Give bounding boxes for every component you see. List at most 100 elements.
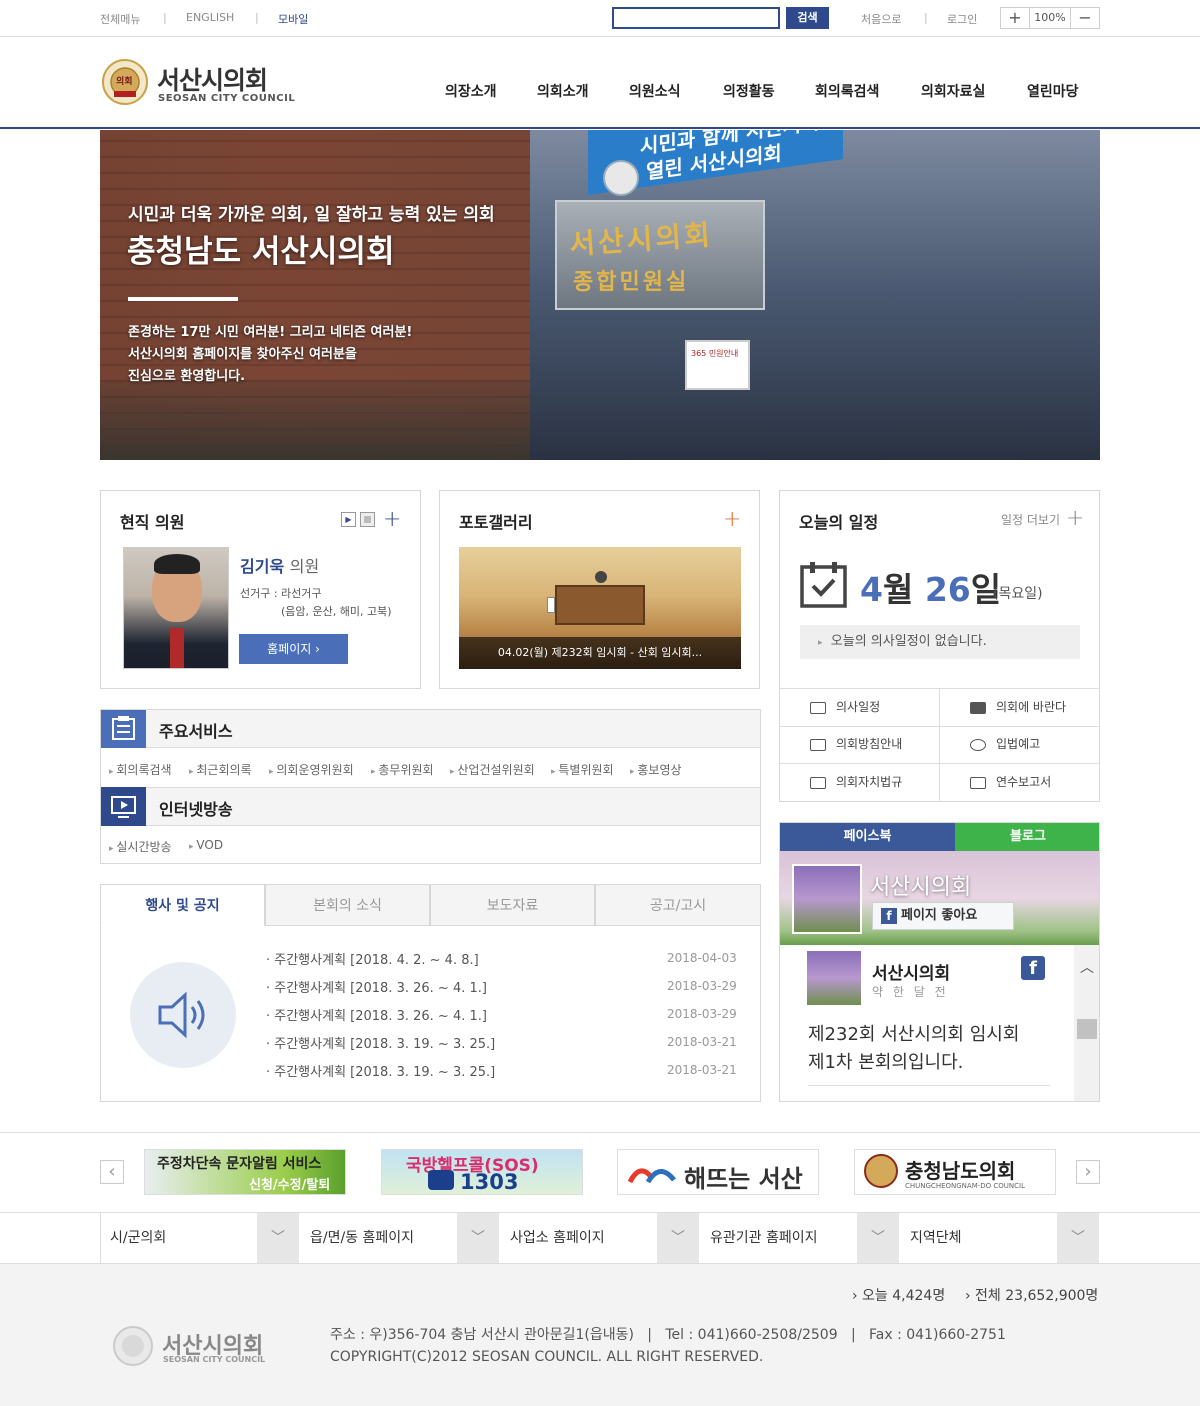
- hero-welcome: 존경하는 17만 시민 여러분! 그리고 네티즌 여러분! 서산시의회 홈페이지…: [128, 322, 412, 388]
- notice-date: 2018-03-29: [667, 979, 737, 993]
- door-sign-image: 365 민원안내: [685, 340, 750, 390]
- facebook-page-name[interactable]: 서산시의회: [870, 869, 971, 901]
- schedule-day: 26: [924, 570, 971, 609]
- broadcast-vod[interactable]: VOD: [189, 838, 223, 852]
- facebook-logo-icon[interactable]: f: [1021, 956, 1045, 980]
- members-title: 현직 의원: [120, 513, 185, 532]
- quick-suggestion[interactable]: 의회에 바란다: [970, 689, 1130, 726]
- banner-haetteuneun-seosan[interactable]: 해뜨는 서산: [617, 1149, 819, 1195]
- play-icon[interactable]: ▶: [341, 512, 356, 527]
- tab-blog[interactable]: 블로그: [955, 823, 1099, 851]
- nav-activities[interactable]: 의정활동: [723, 81, 775, 101]
- facebook-like-button[interactable]: f 페이지 좋아요: [872, 902, 1014, 930]
- quick-legislation[interactable]: 입법예고: [970, 726, 1130, 763]
- notice-date: 2018-03-21: [667, 1035, 737, 1049]
- scrollbar-thumb[interactable]: [1077, 1019, 1097, 1039]
- nav-archive[interactable]: 의회자료실: [921, 81, 985, 101]
- service-special-committee[interactable]: 특별위원회: [551, 761, 613, 778]
- chevron-down-icon[interactable]: ﹀: [457, 1213, 499, 1263]
- chevron-down-icon[interactable]: ﹀: [857, 1213, 899, 1263]
- broadcast-live[interactable]: 실시간방송: [109, 838, 171, 855]
- service-general-committee[interactable]: 총무위원회: [371, 761, 433, 778]
- chevron-down-icon[interactable]: ﹀: [1057, 1213, 1099, 1263]
- quick-training-report[interactable]: 연수보고서: [970, 764, 1130, 801]
- banner-chungnam-council[interactable]: 충청남도의회 CHUNGCHEONGNAM-DO COUNCIL: [854, 1149, 1056, 1195]
- zoom-out-button[interactable]: −: [1070, 7, 1100, 29]
- members-more-icon[interactable]: +: [383, 509, 401, 531]
- post-time: 약 한 달 전: [872, 985, 949, 999]
- banner-next-button[interactable]: ›: [1076, 1160, 1100, 1184]
- nav-minutes-search[interactable]: 회의록검색: [815, 81, 879, 101]
- english-link[interactable]: ENGLISH: [186, 11, 234, 24]
- quick-policy[interactable]: 의회방침안내: [810, 726, 970, 763]
- mobile-link[interactable]: 모바일: [278, 11, 308, 27]
- chevron-down-icon[interactable]: ﹀: [257, 1213, 299, 1263]
- quick-agenda[interactable]: 의사일정: [810, 689, 970, 726]
- scroll-up-icon[interactable]: ︿: [1080, 957, 1094, 977]
- tab-events[interactable]: 행사 및 공지: [100, 884, 265, 926]
- member-homepage-button[interactable]: 홈페이지 ›: [239, 634, 348, 664]
- council-seal-logo[interactable]: 의회: [100, 57, 150, 107]
- tab-plenary-news[interactable]: 본회의 소식: [265, 884, 430, 926]
- stop-icon[interactable]: [360, 512, 375, 527]
- policy-icon: [810, 738, 826, 751]
- all-menu-link[interactable]: 전체메뉴: [100, 11, 140, 27]
- gallery-photo[interactable]: 04.02(월) 제232회 임시회 - 산회 임시회...: [459, 547, 741, 669]
- banner-military-helpcall[interactable]: 국방헬프콜(SOS) 1303: [381, 1149, 583, 1195]
- zoom-in-button[interactable]: +: [1000, 7, 1030, 29]
- service-industry-committee[interactable]: 산업건설위원회: [450, 761, 534, 778]
- monitor-icon: [101, 787, 146, 826]
- schedule-month: 4: [860, 570, 883, 609]
- schedule-more-link[interactable]: 일정 더보기: [1001, 511, 1060, 528]
- footer-copyright: COPYRIGHT(C)2012 SEOSAN COUNCIL. ALL RIG…: [330, 1349, 764, 1365]
- family-office-homepage[interactable]: 사업소 홈페이지: [500, 1213, 658, 1263]
- banner-seosan-text: 해뜨는 서산: [684, 1165, 803, 1193]
- gallery-more-icon[interactable]: +: [723, 509, 741, 531]
- family-local-groups[interactable]: 지역단체: [900, 1213, 1058, 1263]
- post-text-line-2: 제1차 본회의입니다.: [808, 1052, 964, 1073]
- broadcast-title: 인터넷방송: [159, 800, 233, 819]
- schedule-weekday: (목요일): [993, 586, 1043, 602]
- search-button[interactable]: 검색: [786, 7, 829, 29]
- family-agency-homepage[interactable]: 유관기관 홈페이지: [700, 1213, 858, 1263]
- login-link[interactable]: 로그인: [947, 11, 977, 27]
- notice-title[interactable]: · 주간행사계획 [2018. 4. 2. ~ 4. 8.]: [266, 949, 479, 968]
- visitor-total: › 전체 23,652,900명: [965, 1288, 1099, 1304]
- member-photo: [123, 547, 229, 669]
- nav-open-forum[interactable]: 열린마당: [1027, 81, 1079, 101]
- banner-parking-line-2: 신청/수정/탈퇴: [249, 1178, 331, 1193]
- hero-divider: [128, 297, 238, 301]
- nav-member-news[interactable]: 의원소식: [629, 81, 681, 101]
- notice-title[interactable]: · 주간행사계획 [2018. 3. 19. ~ 3. 25.]: [266, 1033, 495, 1052]
- service-operation-committee[interactable]: 의회운영위원회: [269, 761, 353, 778]
- agenda-icon: [810, 701, 826, 714]
- national-flag-image: [547, 597, 555, 613]
- service-promo-video[interactable]: 홍보영상: [630, 761, 681, 778]
- home-first-link[interactable]: 처음으로: [861, 11, 901, 27]
- scrollbar[interactable]: ︿: [1074, 945, 1099, 1101]
- family-town-homepage[interactable]: 읍/면/동 홈페이지: [300, 1213, 458, 1263]
- notice-title[interactable]: · 주간행사계획 [2018. 3. 19. ~ 3. 25.]: [266, 1061, 495, 1080]
- notice-title[interactable]: · 주간행사계획 [2018. 3. 26. ~ 4. 1.]: [266, 1005, 487, 1024]
- quick-bylaws[interactable]: 의회자치법규: [810, 764, 970, 801]
- post-author[interactable]: 서산시의회: [872, 959, 950, 984]
- tab-facebook[interactable]: 페이스북: [780, 823, 955, 851]
- hero-banner: 시민과 함께 서산시의회 열린 서산시의회 서산시의회 종합민원실 365 민원…: [100, 130, 1100, 460]
- service-minutes-search[interactable]: 회의록검색: [109, 761, 171, 778]
- tab-announcements[interactable]: 공고/고시: [595, 884, 761, 926]
- schedule-more-icon[interactable]: +: [1066, 508, 1084, 530]
- nav-council-intro[interactable]: 의회소개: [537, 81, 589, 101]
- banner-prev-button[interactable]: ‹: [100, 1160, 124, 1184]
- visitor-today: › 오늘 4,424명: [852, 1288, 946, 1304]
- family-city-council[interactable]: 시/군의회: [100, 1213, 258, 1263]
- notice-title[interactable]: · 주간행사계획 [2018. 3. 26. ~ 4. 1.]: [266, 977, 487, 996]
- chevron-down-icon[interactable]: ﹀: [657, 1213, 699, 1263]
- seal-text: 의회: [116, 77, 133, 87]
- nav-speaker[interactable]: 의장소개: [445, 81, 497, 101]
- tab-press[interactable]: 보도자료: [430, 884, 595, 926]
- service-recent-minutes[interactable]: 최근회의록: [189, 761, 251, 778]
- banner-parking-alert[interactable]: 주정차단속 문자알림 서비스 신청/수정/탈퇴: [144, 1149, 346, 1195]
- gallery-box: 포토갤러리 + 04.02(월) 제232회 임시회 - 산회 임시회...: [439, 490, 760, 689]
- search-input[interactable]: [612, 7, 780, 29]
- member-name-text: 김기욱: [240, 557, 285, 576]
